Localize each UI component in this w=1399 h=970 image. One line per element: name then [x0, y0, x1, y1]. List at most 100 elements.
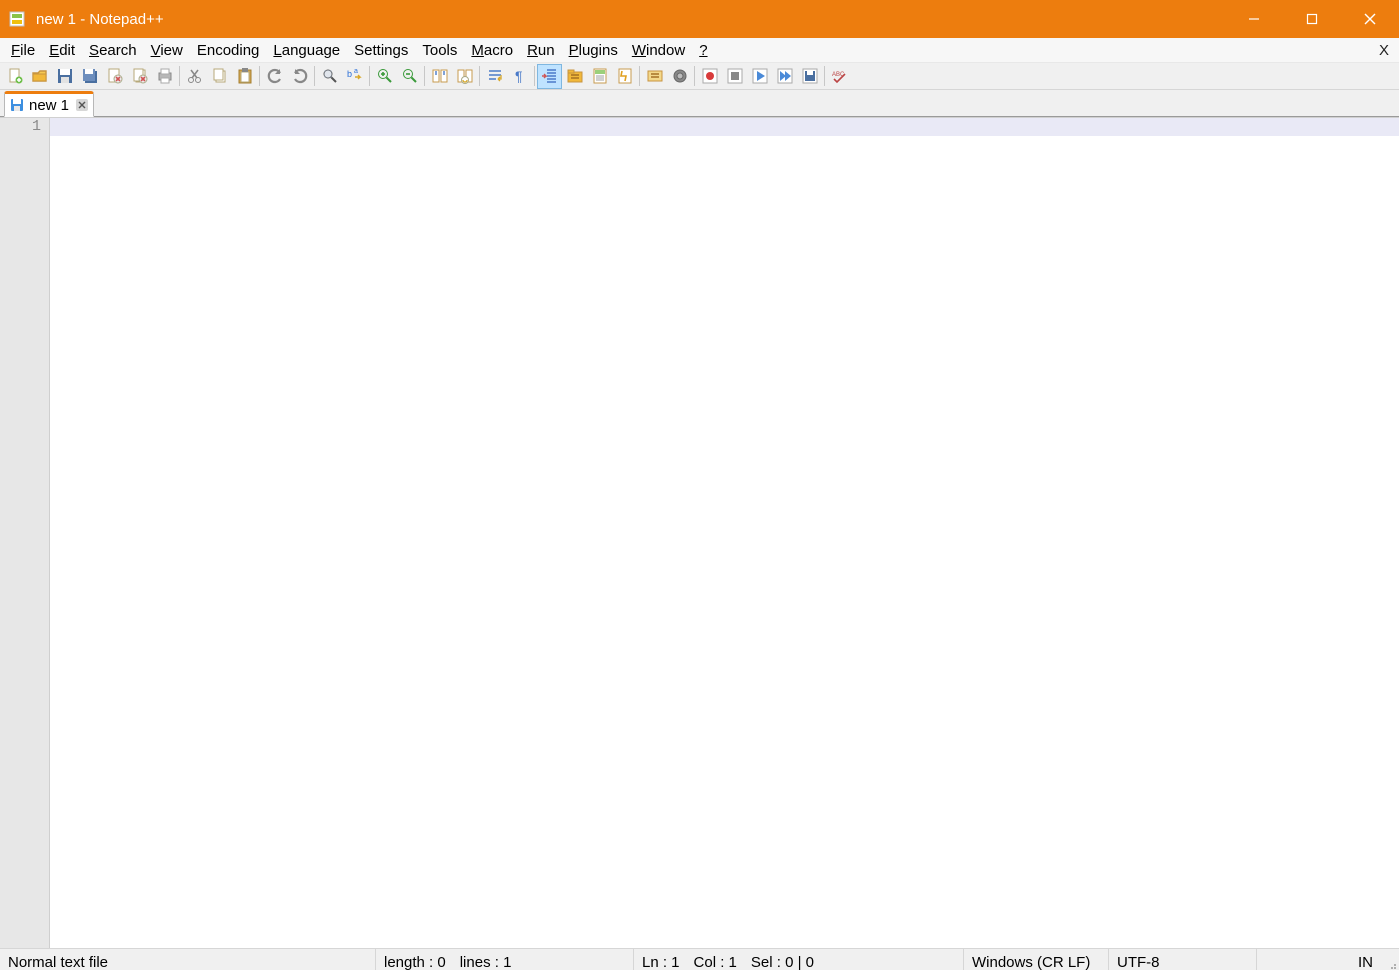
toolbar-separator [424, 66, 425, 86]
tab-active[interactable]: new 1 [4, 91, 94, 117]
menu-item-run[interactable]: Run [520, 40, 562, 61]
statusbar: Normal text file length : 0 lines : 1 Ln… [0, 948, 1399, 970]
open-button[interactable] [27, 64, 52, 89]
line-number-gutter: 1 [0, 118, 50, 948]
play-button[interactable] [747, 64, 772, 89]
toolbar-separator [534, 66, 535, 86]
close-icon [106, 67, 124, 85]
save-all-button[interactable] [77, 64, 102, 89]
undo-icon [266, 67, 284, 85]
zoom-out-button[interactable] [397, 64, 422, 89]
save-icon [9, 97, 25, 113]
find-button[interactable] [317, 64, 342, 89]
close-all-button[interactable] [127, 64, 152, 89]
print-button[interactable] [152, 64, 177, 89]
replace-icon: ba [346, 67, 364, 85]
toolbar-separator [479, 66, 480, 86]
status-eol[interactable]: Windows (CR LF) [963, 949, 1108, 970]
function-list-button[interactable] [642, 64, 667, 89]
folder-monitor-button[interactable] [667, 64, 692, 89]
stop-button[interactable] [722, 64, 747, 89]
folder-as-workspace-icon [566, 67, 584, 85]
status-encoding[interactable]: UTF-8 [1108, 949, 1256, 970]
replace-button[interactable]: ba [342, 64, 367, 89]
toolbar-separator [694, 66, 695, 86]
toolbar-separator [824, 66, 825, 86]
menu-item-macro[interactable]: Macro [464, 40, 520, 61]
save-macro-button[interactable] [797, 64, 822, 89]
menu-item-tools[interactable]: Tools [415, 40, 464, 61]
menu-item-file[interactable]: File [4, 40, 42, 61]
document-close-x[interactable]: X [1373, 42, 1395, 59]
spellcheck-button[interactable]: ABC [827, 64, 852, 89]
close-button[interactable] [102, 64, 127, 89]
showall-button[interactable]: ¶ [507, 64, 532, 89]
current-line-highlight [50, 118, 1399, 136]
svg-text:¶: ¶ [515, 68, 523, 84]
sync-h-icon [456, 67, 474, 85]
play-multi-icon [776, 67, 794, 85]
redo-icon [291, 67, 309, 85]
toolbar-separator [314, 66, 315, 86]
maximize-button[interactable] [1283, 0, 1341, 38]
svg-text:a: a [354, 68, 358, 75]
showall-icon: ¶ [511, 67, 529, 85]
status-filetype: Normal text file [0, 949, 375, 970]
sync-h-button[interactable] [452, 64, 477, 89]
copy-icon [211, 67, 229, 85]
redo-button[interactable] [287, 64, 312, 89]
window-title: new 1 - Notepad++ [34, 11, 1225, 28]
menu-item-encoding[interactable]: Encoding [190, 40, 267, 61]
close-window-button[interactable] [1341, 0, 1399, 38]
toolbar: ba ¶ ABC [0, 63, 1399, 90]
paste-button[interactable] [232, 64, 257, 89]
menu-item-plugins[interactable]: Plugins [562, 40, 625, 61]
play-multi-button[interactable] [772, 64, 797, 89]
doc-map-icon [591, 67, 609, 85]
wordwrap-icon [486, 67, 504, 85]
cut-icon [186, 67, 204, 85]
stop-icon [726, 67, 744, 85]
sync-v-icon [431, 67, 449, 85]
minimize-button[interactable] [1225, 0, 1283, 38]
menu-item-view[interactable]: View [144, 40, 190, 61]
menu-item-settings[interactable]: Settings [347, 40, 415, 61]
copy-button[interactable] [207, 64, 232, 89]
menu-item-language[interactable]: Language [266, 40, 347, 61]
sync-v-button[interactable] [427, 64, 452, 89]
svg-text:b: b [347, 69, 352, 79]
menu-item-?[interactable]: ? [692, 40, 714, 61]
menubar: FileEditSearchViewEncodingLanguageSettin… [0, 38, 1399, 63]
indent-button[interactable] [537, 64, 562, 89]
resize-grip[interactable] [1381, 949, 1399, 970]
zoom-out-icon [401, 67, 419, 85]
status-length: length : 0 [384, 954, 446, 970]
record-button[interactable] [697, 64, 722, 89]
text-editor[interactable] [50, 118, 1399, 948]
status-sel: Sel : 0 | 0 [751, 954, 814, 970]
function-list-icon [646, 67, 664, 85]
doc-list-button[interactable] [612, 64, 637, 89]
status-lines: lines : 1 [460, 954, 512, 970]
status-position: Ln : 1 Col : 1 Sel : 0 | 0 [633, 949, 963, 970]
status-col: Col : 1 [694, 954, 737, 970]
menu-item-edit[interactable]: Edit [42, 40, 82, 61]
toolbar-separator [369, 66, 370, 86]
menu-item-window[interactable]: Window [625, 40, 692, 61]
menu-item-search[interactable]: Search [82, 40, 144, 61]
doc-map-button[interactable] [587, 64, 612, 89]
wordwrap-button[interactable] [482, 64, 507, 89]
tab-close-button[interactable] [75, 98, 89, 112]
status-mode[interactable]: IN [1256, 949, 1381, 970]
save-button[interactable] [52, 64, 77, 89]
undo-button[interactable] [262, 64, 287, 89]
app-icon [8, 10, 26, 28]
play-icon [751, 67, 769, 85]
zoom-in-button[interactable] [372, 64, 397, 89]
cut-button[interactable] [182, 64, 207, 89]
save-all-icon [81, 67, 99, 85]
folder-as-workspace-button[interactable] [562, 64, 587, 89]
doc-list-icon [616, 67, 634, 85]
save-macro-icon [801, 67, 819, 85]
new-button[interactable] [2, 64, 27, 89]
